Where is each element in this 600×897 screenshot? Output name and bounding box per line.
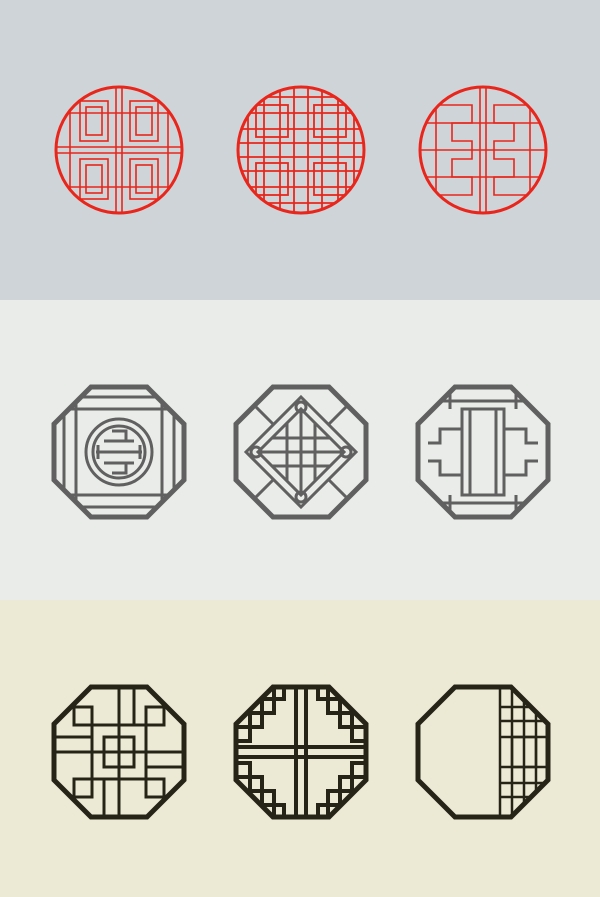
- band-red-circles: [0, 0, 600, 300]
- octagon-diamond-lattice-icon: [233, 384, 369, 520]
- circle-lattice-meander-icon: [418, 85, 548, 215]
- band-gray-octagons: [0, 300, 600, 600]
- octagon-shou-symbol-icon: [51, 384, 187, 520]
- octagon-pillar-lattice-icon: [415, 384, 551, 520]
- band-dark-octagons: [0, 600, 600, 897]
- octagon-cross-stripes-icon: [233, 684, 369, 820]
- circle-lattice-rectangles-icon: [54, 85, 184, 215]
- octagon-fret-lattice-icon: [51, 684, 187, 820]
- circle-lattice-dense-icon: [236, 85, 366, 215]
- octagon-corner-lattice-icon: [415, 684, 551, 820]
